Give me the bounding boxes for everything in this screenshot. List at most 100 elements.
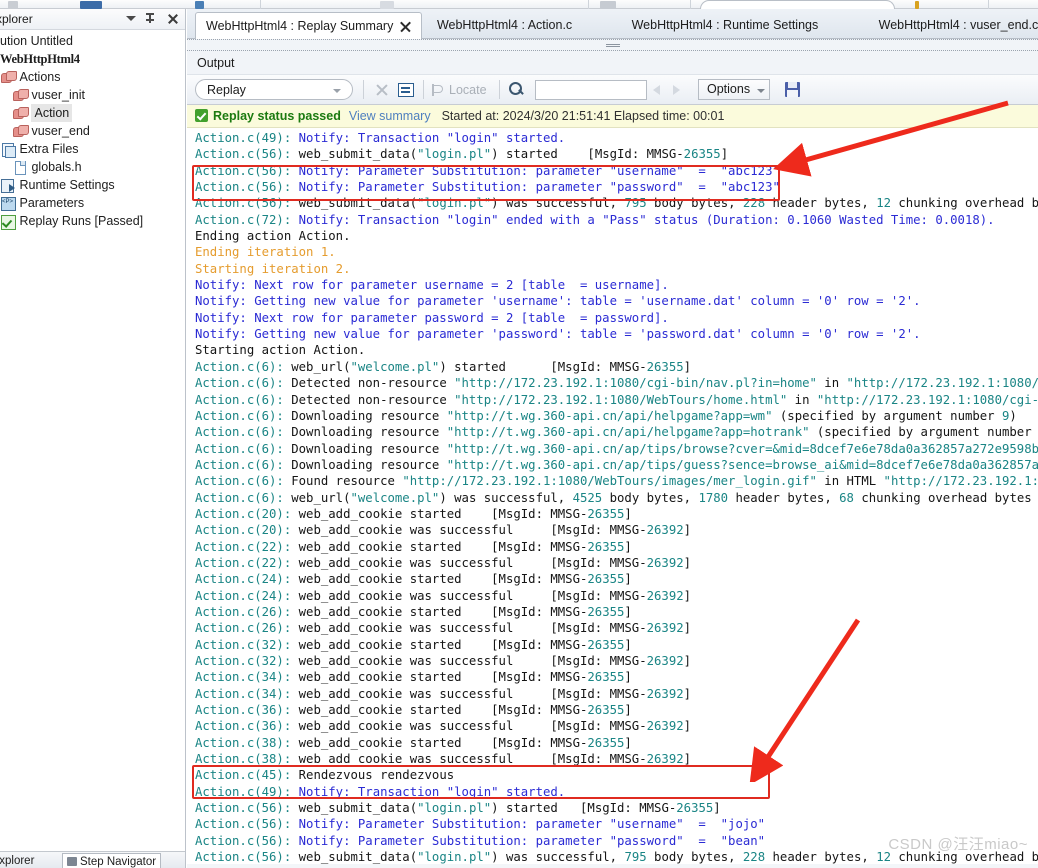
log-segment: web_url( — [291, 359, 351, 374]
tree-item-replay-runs-passed[interactable]: Replay Runs [Passed] — [0, 212, 185, 230]
log-segment: Action.c(22): — [195, 555, 299, 570]
toolbar-icon-4[interactable] — [380, 1, 394, 9]
explorer-close-button[interactable] — [167, 11, 179, 25]
options-dropdown-button[interactable] — [752, 79, 770, 100]
explorer-dropdown-button[interactable] — [125, 11, 137, 25]
log-segment: Notify: Parameter Substitution: paramete… — [298, 180, 780, 195]
document-tab-bar: WebHttpHtml4 : Replay Summary WebHttpHtml… — [187, 9, 1038, 40]
log-line: Action.c(20): web_add_cookie was success… — [195, 522, 1038, 538]
tab-webhttphtml4-replay-summary[interactable]: WebHttpHtml4 : Replay Summary — [195, 12, 423, 40]
toolbar-icon-3[interactable] — [195, 1, 204, 9]
log-segment: Action.c(32): — [195, 654, 299, 668]
horizontal-splitter[interactable] — [187, 39, 1038, 51]
log-segment: 26392 — [646, 555, 684, 570]
log-line: Action.c(56): Notify: Parameter Substitu… — [195, 163, 1038, 179]
log-segment: web_add_cookie was successful [MsgId: MM… — [298, 523, 647, 538]
log-segment: Action.c(45): — [195, 768, 299, 783]
tree-item-runtime-settings[interactable]: Runtime Settings — [0, 176, 185, 194]
tab-webhttphtml4-action-c[interactable]: WebHttpHtml4 : Action.c — [427, 13, 582, 39]
log-segment: ] — [624, 735, 632, 750]
log-segment: Ending iteration 1. — [195, 245, 336, 260]
bottom-tab-n-explorer[interactable]: n Explorer — [0, 853, 38, 868]
log-segment: Action.c(56): — [195, 833, 299, 848]
log-segment: 26392 — [646, 654, 684, 668]
tab-webhttphtml4-vuser-end-c[interactable]: WebHttpHtml4 : vuser_end.c — [869, 13, 1038, 39]
log-segment: in — [816, 376, 847, 391]
action-item-icon — [12, 87, 29, 103]
log-segment: ) was successful, — [491, 850, 625, 864]
locate-button[interactable]: Locate — [432, 80, 487, 100]
log-segment: Action.c(6): — [195, 474, 292, 489]
log-segment: 26392 — [646, 523, 684, 538]
log-segment: chunking overhead bytes — [898, 196, 1038, 211]
tree-item-action[interactable]: Action — [0, 104, 185, 122]
tree-item-globals-h[interactable]: globals.h — [0, 158, 185, 176]
log-segment: 26392 — [646, 621, 684, 636]
tree-item-ution-untitled[interactable]: ution Untitled — [0, 32, 185, 50]
log-segment: Action.c(56): — [195, 817, 299, 832]
log-segment: 26355 — [587, 572, 625, 587]
log-line: Action.c(45): Rendezvous rendezvous — [195, 767, 1038, 783]
log-line: Action.c(6): Downloading resource "http:… — [195, 424, 1038, 440]
output-log[interactable]: Action.c(49): Notify: Transaction "login… — [187, 128, 1038, 864]
toolbar-icon-5[interactable] — [600, 1, 616, 9]
log-segment: Downloading resource — [291, 425, 447, 440]
log-segment: "login.pl" — [417, 196, 492, 211]
toolbar-icon-2[interactable] — [80, 1, 102, 9]
log-segment: "http://t.wg.360-api.cn/api/helpgame?app… — [446, 408, 773, 423]
log-segment: 4525 — [572, 490, 603, 505]
parameters-icon — [0, 195, 16, 211]
log-segment: ] — [624, 506, 632, 521]
bottom-tab-step-navigator[interactable]: Step Navigator — [62, 853, 162, 868]
log-segment: ] — [624, 572, 632, 587]
options-button[interactable]: Options — [698, 79, 760, 100]
log-line: Action.c(24): web_add_cookie started [Ms… — [195, 571, 1038, 587]
word-wrap-button[interactable] — [397, 81, 415, 99]
tree-item-vuser-init[interactable]: vuser_init — [0, 86, 185, 104]
tab-close-icon[interactable] — [400, 21, 411, 32]
log-segment: Action.c(56): — [195, 850, 299, 864]
explorer-pin-button[interactable] — [146, 11, 158, 25]
tab-webhttphtml4-runtime-settings[interactable]: WebHttpHtml4 : Runtime Settings — [622, 13, 829, 39]
tree-item-webhttphtml4[interactable]: WebHttpHtml4 — [0, 50, 185, 68]
prev-match-button[interactable] — [653, 85, 660, 95]
log-segment: web_add_cookie started [MsgId: MMSG- — [298, 604, 588, 619]
watermark: CSDN @汪汪miao~ — [888, 836, 1028, 853]
log-line: Action.c(38): web_add_cookie was success… — [195, 751, 1038, 767]
save-icon[interactable] — [785, 82, 800, 97]
toolbar-search-pill[interactable] — [700, 0, 895, 9]
tab-label: WebHttpHtml4 : vuser_end.c — [878, 18, 1038, 32]
log-segment: "login.pl" — [417, 801, 492, 816]
log-segment: Notify: Parameter Substitution: paramete… — [298, 817, 766, 832]
log-line: Notify: Getting new value for parameter … — [195, 293, 1038, 309]
output-source-select[interactable]: Replay — [195, 79, 353, 100]
tree-item-vuser-end[interactable]: vuser_end — [0, 122, 185, 140]
log-segment: Action.c(56): — [195, 163, 299, 178]
log-segment: Downloading resource — [291, 441, 447, 456]
log-segment: "http://t.wg.360-api.cn/ap/tips/guess?se… — [446, 457, 1038, 472]
log-segment: Notify: Parameter Substitution: paramete… — [298, 163, 780, 178]
clear-output-button[interactable] — [373, 81, 391, 99]
search-icon[interactable] — [509, 82, 524, 97]
log-segment: ) was successful, — [491, 196, 625, 211]
log-segment: "http://172.23.192.1:1080/cgi-bin/nav.pl… — [454, 376, 817, 391]
log-segment: ] — [683, 654, 692, 668]
log-segment: Notify: Transaction "login" started. — [298, 784, 566, 799]
log-line: Action.c(56): web_submit_data("login.pl"… — [195, 146, 1038, 162]
search-input[interactable] — [535, 80, 647, 100]
log-segment: web_submit_data( — [298, 147, 418, 162]
view-summary-link[interactable]: View summary — [349, 109, 431, 123]
next-match-button[interactable] — [673, 85, 680, 95]
tree-item-parameters[interactable]: Parameters — [0, 194, 185, 212]
log-segment: Action.c(6): — [195, 441, 292, 456]
tree-item-label: Runtime Settings — [19, 178, 115, 192]
toolbar-icon-6[interactable] — [915, 1, 919, 9]
log-segment: ] — [683, 719, 692, 734]
log-line: Action.c(36): web_add_cookie was success… — [195, 718, 1038, 734]
log-segment: 26355 — [587, 604, 625, 619]
main-toolbar-strip — [0, 0, 1038, 9]
locate-label: Locate — [449, 83, 487, 97]
tree-item-extra-files[interactable]: Extra Files — [0, 140, 185, 158]
toolbar-icon-1[interactable] — [8, 1, 18, 9]
tree-item-actions[interactable]: Actions — [0, 68, 185, 86]
